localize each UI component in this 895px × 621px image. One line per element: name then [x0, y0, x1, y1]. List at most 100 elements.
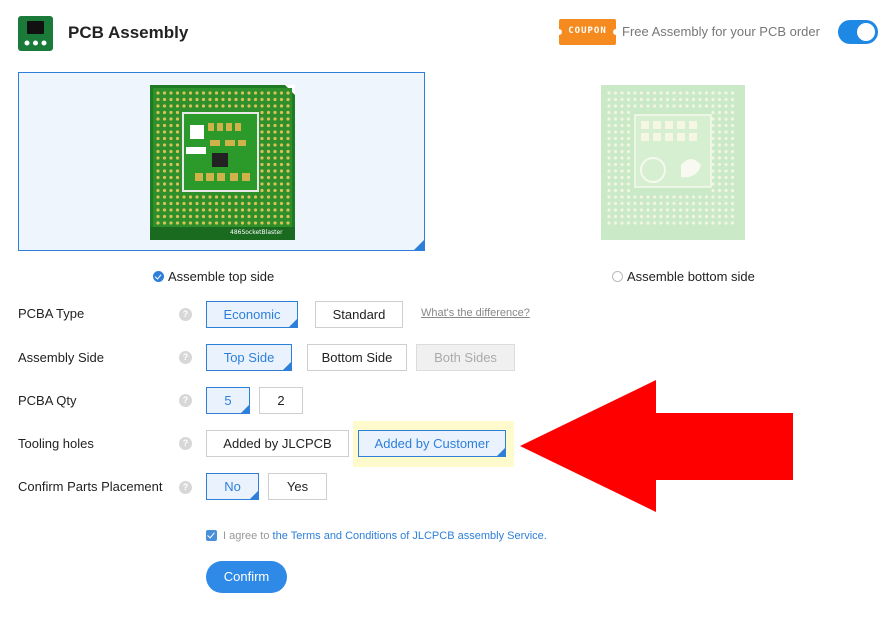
pcba-qty-5-button[interactable]: 5	[206, 387, 250, 414]
pin-pad	[227, 214, 232, 219]
pin-pad	[156, 104, 160, 108]
help-icon[interactable]: ?	[179, 437, 192, 450]
pin-pad	[266, 214, 271, 219]
agree-checkbox[interactable]	[206, 530, 217, 541]
help-icon[interactable]: ?	[179, 308, 192, 321]
pin-pad	[639, 214, 644, 219]
pin-pad	[698, 201, 702, 206]
help-icon[interactable]: ?	[179, 394, 192, 407]
pin-pad	[188, 195, 193, 199]
pin-pad	[607, 143, 611, 147]
pin-pad	[188, 201, 193, 206]
pin-pad	[156, 214, 160, 219]
pin-pad	[678, 195, 683, 199]
whats-the-difference-link[interactable]: What's the difference?	[421, 307, 530, 319]
pin-pad	[620, 136, 624, 141]
pin-pad	[169, 175, 173, 180]
tooling-holes-customer-button[interactable]: Added by Customer	[358, 430, 506, 457]
pin-pad	[717, 201, 722, 206]
free-assembly-toggle[interactable]	[838, 20, 878, 44]
pin-pad	[273, 188, 277, 193]
pin-pad	[273, 221, 277, 225]
pin-pad	[234, 221, 238, 225]
pin-pad	[704, 91, 709, 95]
pin-pad	[724, 156, 728, 160]
pin-pad	[286, 169, 290, 173]
pin-pad	[691, 195, 696, 199]
pin-pad	[717, 195, 722, 199]
pin-pad	[169, 110, 173, 115]
pin-pad	[169, 221, 173, 225]
pin-pad	[221, 214, 225, 219]
pin-pad	[175, 117, 180, 121]
pcba-type-economic-button[interactable]: Economic	[206, 301, 298, 328]
pin-pad	[286, 156, 290, 160]
pin-pad	[704, 221, 709, 225]
pin-pad	[182, 104, 186, 108]
terms-link[interactable]: the Terms and Conditions of JLCPCB assem…	[273, 530, 547, 542]
pin-pad	[717, 214, 722, 219]
pin-pad	[286, 110, 290, 115]
pin-pad	[607, 130, 611, 134]
pin-pad	[234, 208, 238, 212]
pin-pad	[156, 156, 160, 160]
assembly-side-bottom-button[interactable]: Bottom Side	[307, 344, 407, 371]
pin-pad	[195, 97, 199, 102]
pin-pad	[156, 149, 160, 154]
pin-pad	[730, 110, 735, 115]
pin-pad	[169, 143, 173, 147]
pin-pad	[613, 130, 618, 134]
pin-pad	[730, 97, 735, 102]
pin-pad	[607, 110, 611, 115]
help-icon[interactable]: ?	[179, 481, 192, 494]
confirm-button[interactable]: Confirm	[206, 561, 287, 593]
pin-pad	[188, 97, 193, 102]
pin-pad	[253, 208, 258, 212]
pin-pad	[711, 143, 715, 147]
pin-pad	[279, 117, 284, 121]
tooling-holes-jlcpcb-button[interactable]: Added by JLCPCB	[206, 430, 349, 457]
pin-pad	[279, 156, 284, 160]
pin-pad	[208, 201, 212, 206]
pin-pad	[273, 91, 277, 95]
pin-pad	[286, 143, 290, 147]
pin-pad	[620, 156, 624, 160]
pin-pad	[260, 130, 264, 134]
pin-pad	[208, 214, 212, 219]
pin-pad	[659, 91, 663, 95]
pin-pad	[286, 208, 290, 212]
pin-pad	[730, 188, 735, 193]
pin-pad	[162, 91, 167, 95]
assemble-top-side-option[interactable]: Assemble top side	[153, 269, 274, 284]
pin-pad	[273, 201, 277, 206]
pin-pad	[672, 214, 676, 219]
assembly-side-top-button[interactable]: Top Side	[206, 344, 292, 371]
pin-pad	[711, 130, 715, 134]
pin-pad	[626, 143, 631, 147]
pin-pad	[169, 149, 173, 154]
pin-pad	[665, 195, 670, 199]
assemble-bottom-side-option[interactable]: Assemble bottom side	[612, 269, 755, 284]
pcba-type-standard-button[interactable]: Standard	[315, 301, 403, 328]
pcba-qty-2-button[interactable]: 2	[259, 387, 303, 414]
pin-pad	[182, 208, 186, 212]
help-icon[interactable]: ?	[179, 351, 192, 364]
pin-pad	[646, 104, 650, 108]
pin-pad	[652, 214, 657, 219]
pin-pad	[698, 208, 702, 212]
pin-pad	[227, 221, 232, 225]
pin-pad	[607, 208, 611, 212]
pin-pad	[162, 208, 167, 212]
confirm-parts-placement-label: Confirm Parts Placement	[18, 479, 163, 494]
pin-pad	[162, 214, 167, 219]
pin-pad	[730, 130, 735, 134]
pin-pad	[188, 104, 193, 108]
pin-pad	[711, 117, 715, 121]
pin-pad	[704, 214, 709, 219]
pin-pad	[724, 182, 728, 186]
pin-pad	[665, 214, 670, 219]
pin-pad	[227, 208, 232, 212]
confirm-parts-yes-button[interactable]: Yes	[268, 473, 327, 500]
pin-pad	[620, 175, 624, 180]
confirm-parts-no-button[interactable]: No	[206, 473, 259, 500]
